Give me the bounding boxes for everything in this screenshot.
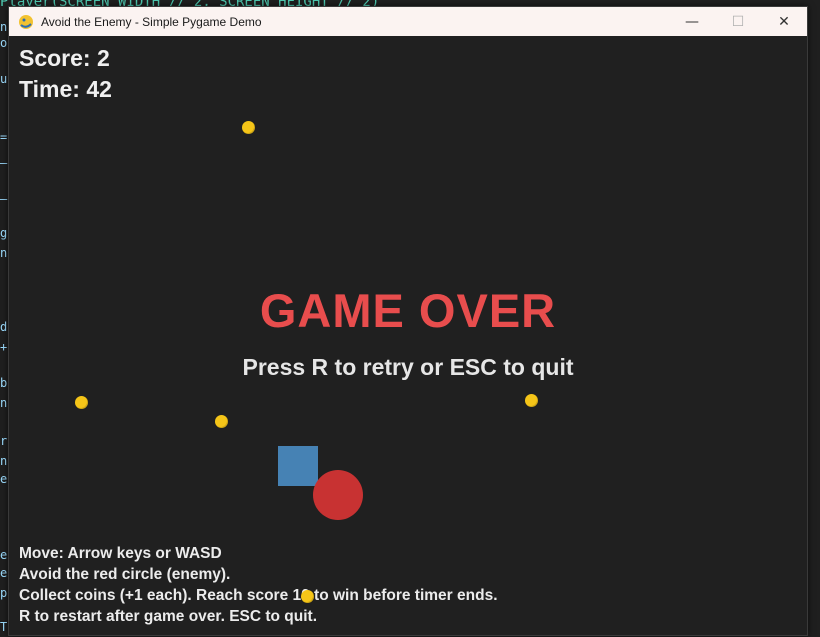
player-square: [278, 446, 318, 486]
maximize-icon: ☐: [731, 13, 745, 30]
background-gutter: n o u = — — g n d + b n r n e e e p T: [0, 20, 8, 637]
close-icon: ✕: [778, 13, 790, 30]
game-over-subtitle: Press R to retry or ESC to quit: [242, 354, 574, 380]
time-label: Time: 42: [19, 76, 112, 102]
coin: [215, 415, 228, 428]
score-label: Score: 2: [19, 45, 110, 71]
gutter-char: T: [0, 620, 8, 634]
game-window: Avoid the Enemy - Simple Pygame Demo — ☐…: [8, 6, 808, 636]
minimize-icon: —: [685, 13, 699, 30]
gutter-char: e: [0, 472, 8, 486]
window-title: Avoid the Enemy - Simple Pygame Demo: [41, 14, 262, 29]
coin: [242, 121, 255, 134]
window-controls: — ☐ ✕: [669, 7, 807, 36]
help-line: R to restart after game over. ESC to qui…: [19, 608, 318, 625]
gutter-char: n: [0, 396, 8, 410]
gutter-char: u: [0, 72, 8, 86]
game-over-title: GAME OVER: [259, 284, 557, 337]
gutter-char: n: [0, 454, 8, 468]
coin: [75, 396, 88, 409]
gutter-char: p: [0, 586, 8, 600]
gutter-char: e: [0, 566, 8, 580]
gutter-char: o: [0, 36, 8, 50]
close-button[interactable]: ✕: [761, 7, 807, 36]
coin: [301, 590, 314, 603]
gutter-char: e: [0, 548, 8, 562]
minimize-button[interactable]: —: [669, 7, 715, 36]
maximize-button[interactable]: ☐: [715, 7, 761, 36]
gutter-char: r: [0, 434, 8, 448]
gutter-char: n: [0, 246, 8, 260]
coin: [525, 394, 538, 407]
gutter-char: d: [0, 320, 8, 334]
help-line: Move: Arrow keys or WASD: [19, 545, 222, 562]
gutter-char: +: [0, 340, 8, 354]
help-line: Avoid the red circle (enemy).: [19, 566, 231, 583]
enemy-circle: [313, 470, 363, 520]
title-bar[interactable]: Avoid the Enemy - Simple Pygame Demo — ☐…: [9, 7, 807, 36]
gutter-char: n: [0, 20, 8, 34]
gutter-char: —: [0, 192, 8, 206]
help-line: Collect coins (+1 each). Reach score 10 …: [19, 587, 498, 604]
game-canvas[interactable]: Score: 2 Time: 42 GAME OVER Press R to r…: [9, 36, 807, 635]
gutter-char: —: [0, 156, 8, 170]
gutter-char: g: [0, 226, 8, 240]
gutter-char: =: [0, 130, 8, 144]
pygame-snake-icon: [19, 14, 33, 29]
gutter-char: b: [0, 376, 8, 390]
